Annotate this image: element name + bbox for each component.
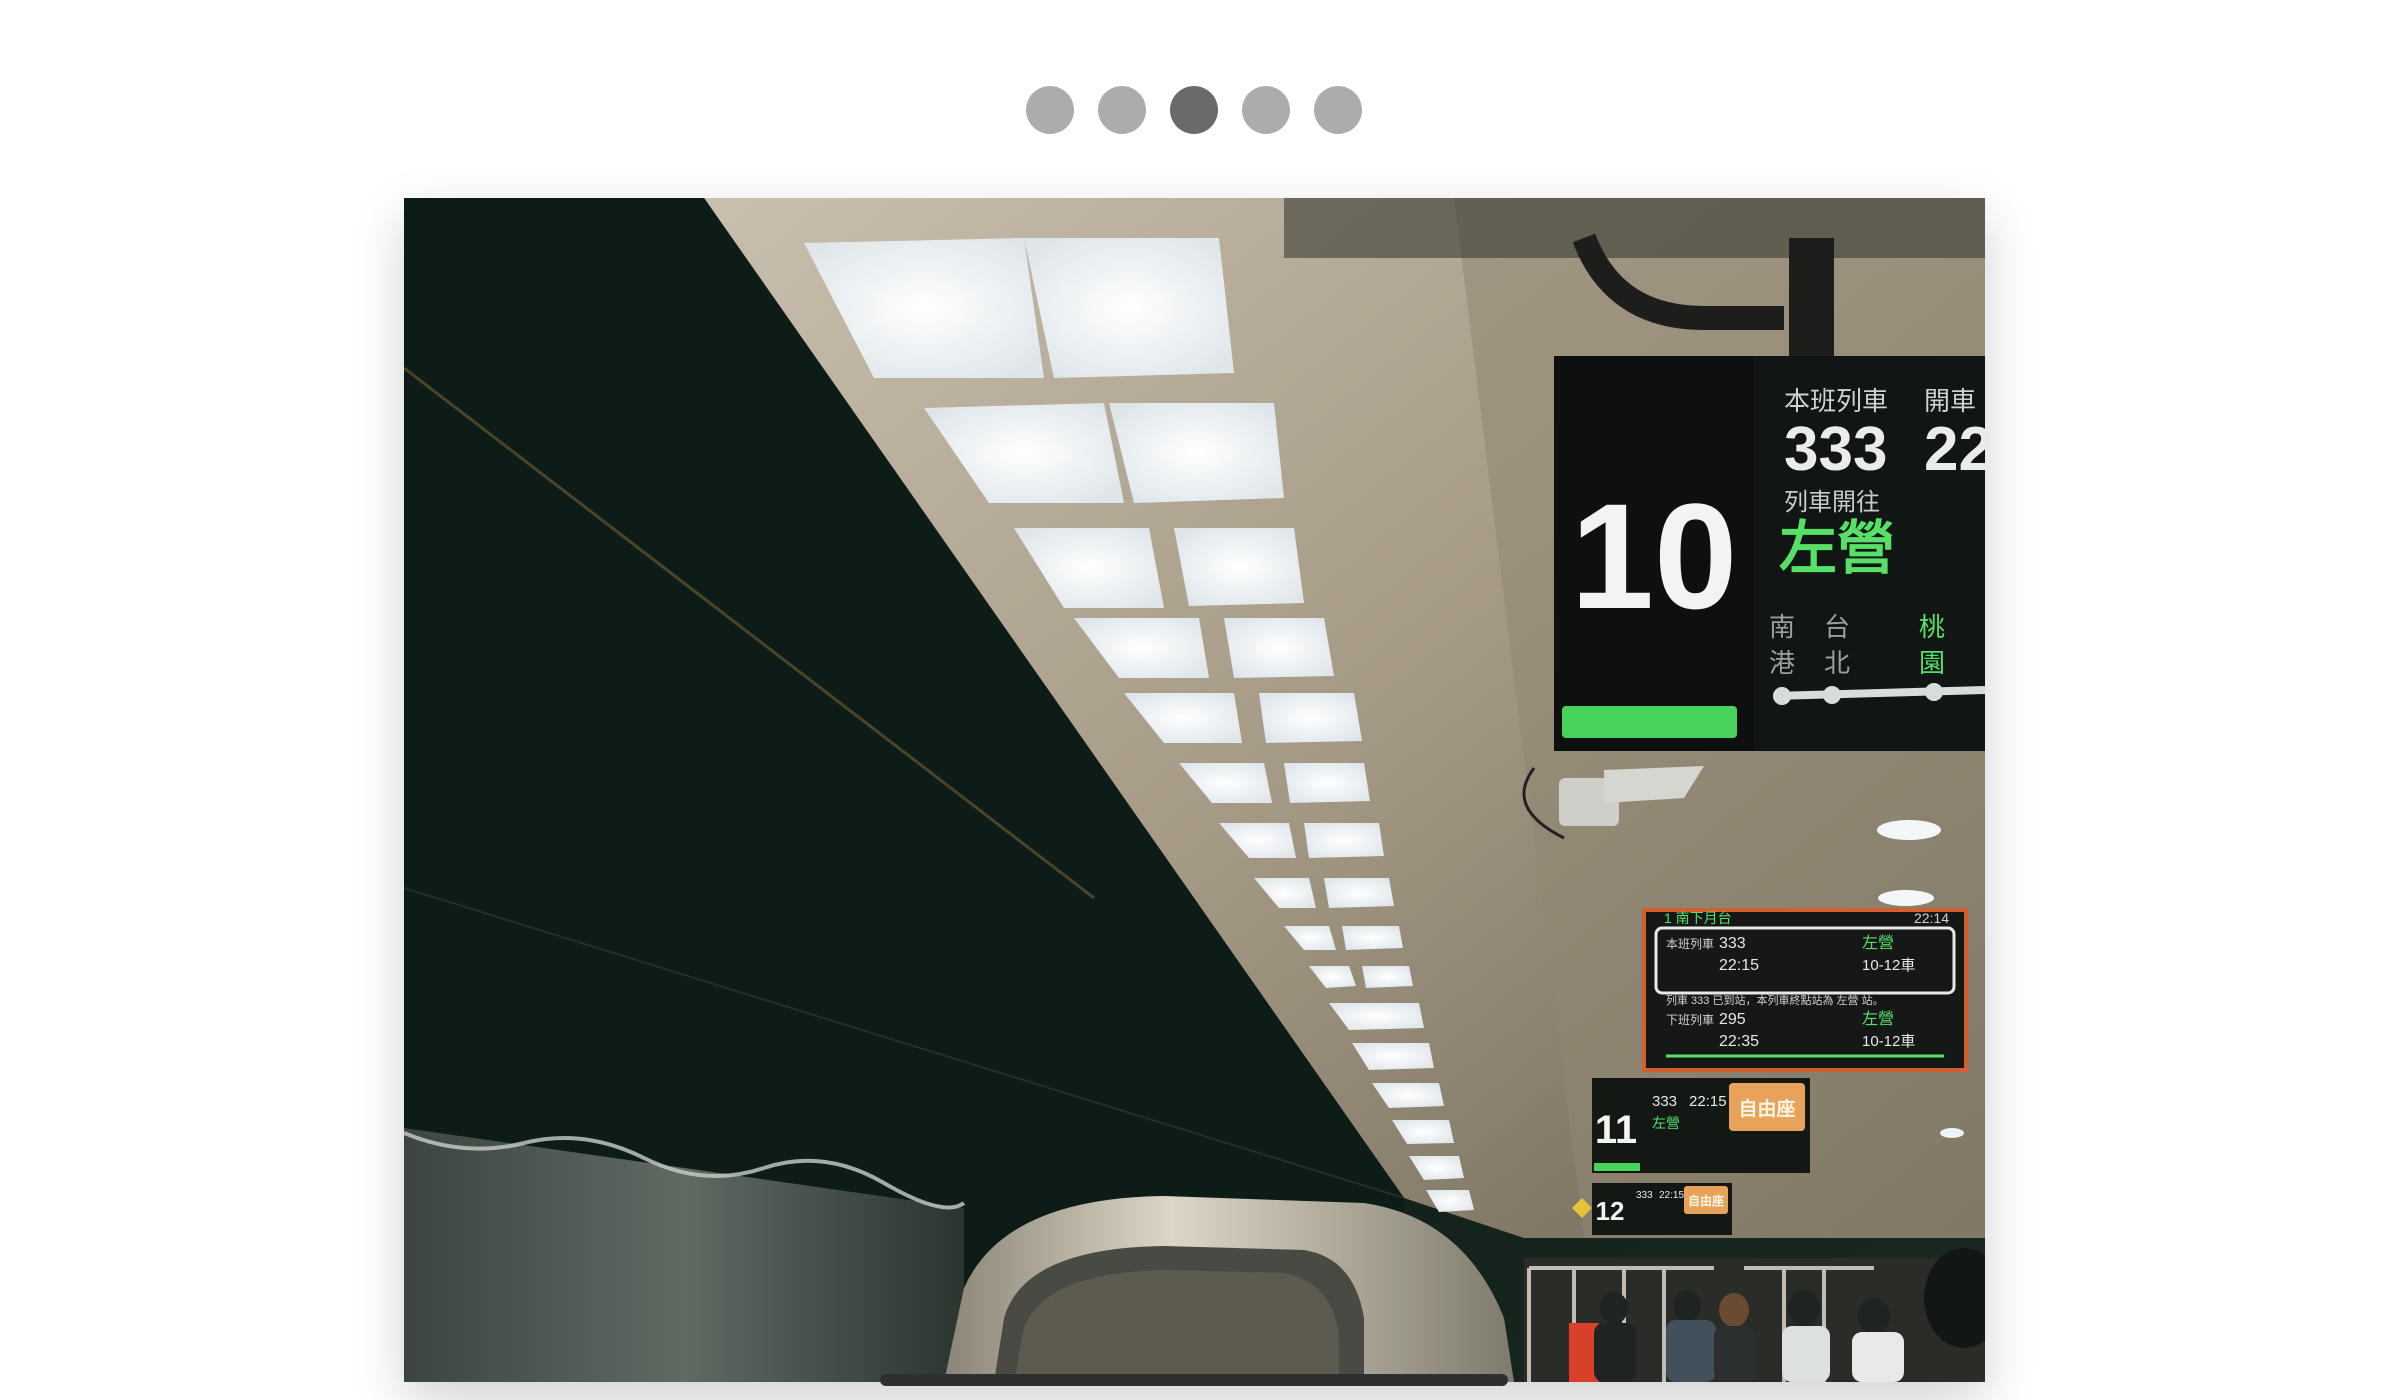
board-row1-train: 333 bbox=[1719, 935, 1746, 952]
platform-11-sign: 11 333 22:15 左營 自由座 bbox=[1592, 1078, 1810, 1173]
p12-time: 22:15 bbox=[1659, 1190, 1684, 1201]
platform-12-sign: 12 333 22:15 自由座 bbox=[1592, 1183, 1732, 1235]
main-station-1: 南 bbox=[1769, 612, 1795, 642]
main-next-label: 開車 bbox=[1924, 386, 1976, 416]
board-row1-dest: 左營 bbox=[1862, 934, 1894, 952]
platform-11-number: 11 bbox=[1595, 1108, 1637, 1152]
main-station-4: 港 bbox=[1769, 648, 1795, 678]
board-row2-label: 下班列車 bbox=[1666, 1013, 1714, 1027]
main-train-label: 本班列車 bbox=[1784, 386, 1888, 416]
carousel-dot-3[interactable] bbox=[1170, 86, 1218, 134]
p11-time: 22:15 bbox=[1689, 1093, 1727, 1110]
board-header: 1 南下月台 bbox=[1664, 910, 1732, 926]
platform-12-number: 12 bbox=[1596, 1196, 1625, 1226]
board-row2-cars: 10-12車 bbox=[1862, 1033, 1915, 1050]
p11-badge: 自由座 bbox=[1738, 1097, 1795, 1120]
carousel-dot-2[interactable] bbox=[1098, 86, 1146, 134]
p11-dest: 左營 bbox=[1652, 1115, 1680, 1131]
station-platform-photo: 10 本班列車 333 開車 22 列車開往 左營 南 台 桃 港 北 園 1 … bbox=[404, 198, 1985, 1382]
board-row1-time: 22:15 bbox=[1719, 957, 1759, 974]
p12-train: 333 bbox=[1636, 1190, 1653, 1201]
departure-board-sign: 1 南下月台 22:14 本班列車 333 22:15 左營 10-12車 列車… bbox=[1642, 908, 1968, 1072]
carousel-dot-5[interactable] bbox=[1314, 86, 1362, 134]
board-ticker: 列車 333 已到站，本列車終點站為 左營 站。 bbox=[1666, 993, 1884, 1007]
main-station-3: 桃 bbox=[1919, 612, 1945, 642]
board-row2-train: 295 bbox=[1719, 1011, 1746, 1028]
carousel-dot-4[interactable] bbox=[1242, 86, 1290, 134]
board-clock: 22:14 bbox=[1914, 910, 1949, 926]
carousel-page: 10 本班列車 333 開車 22 列車開往 左營 南 台 桃 港 北 園 1 … bbox=[0, 0, 2388, 1400]
main-next-number: 22 bbox=[1924, 415, 1985, 484]
carousel-slide-photo[interactable]: 10 本班列車 333 開車 22 列車開往 左營 南 台 桃 港 北 園 1 … bbox=[404, 198, 1985, 1382]
main-train-number: 333 bbox=[1784, 415, 1887, 484]
carousel-dot-1[interactable] bbox=[1026, 86, 1074, 134]
p11-train: 333 bbox=[1652, 1093, 1677, 1110]
main-destination: 左營 bbox=[1779, 516, 1895, 581]
board-row1-label: 本班列車 bbox=[1666, 937, 1714, 951]
board-row1-cars: 10-12車 bbox=[1862, 957, 1915, 974]
platform-10-sign: 10 本班列車 333 開車 22 列車開往 左營 南 台 桃 港 北 園 bbox=[1554, 356, 1985, 751]
horizontal-scrollbar[interactable] bbox=[880, 1374, 1508, 1386]
board-row2-dest: 左營 bbox=[1862, 1010, 1894, 1028]
platform-10-number: 10 bbox=[1571, 472, 1738, 640]
main-station-5: 北 bbox=[1824, 648, 1850, 678]
main-destination-label: 列車開往 bbox=[1784, 489, 1880, 516]
carousel-dots bbox=[0, 86, 2388, 134]
board-row2-time: 22:35 bbox=[1719, 1033, 1759, 1050]
main-station-2: 台 bbox=[1824, 612, 1850, 642]
p12-badge: 自由座 bbox=[1688, 1193, 1724, 1208]
main-station-6: 園 bbox=[1919, 648, 1945, 678]
